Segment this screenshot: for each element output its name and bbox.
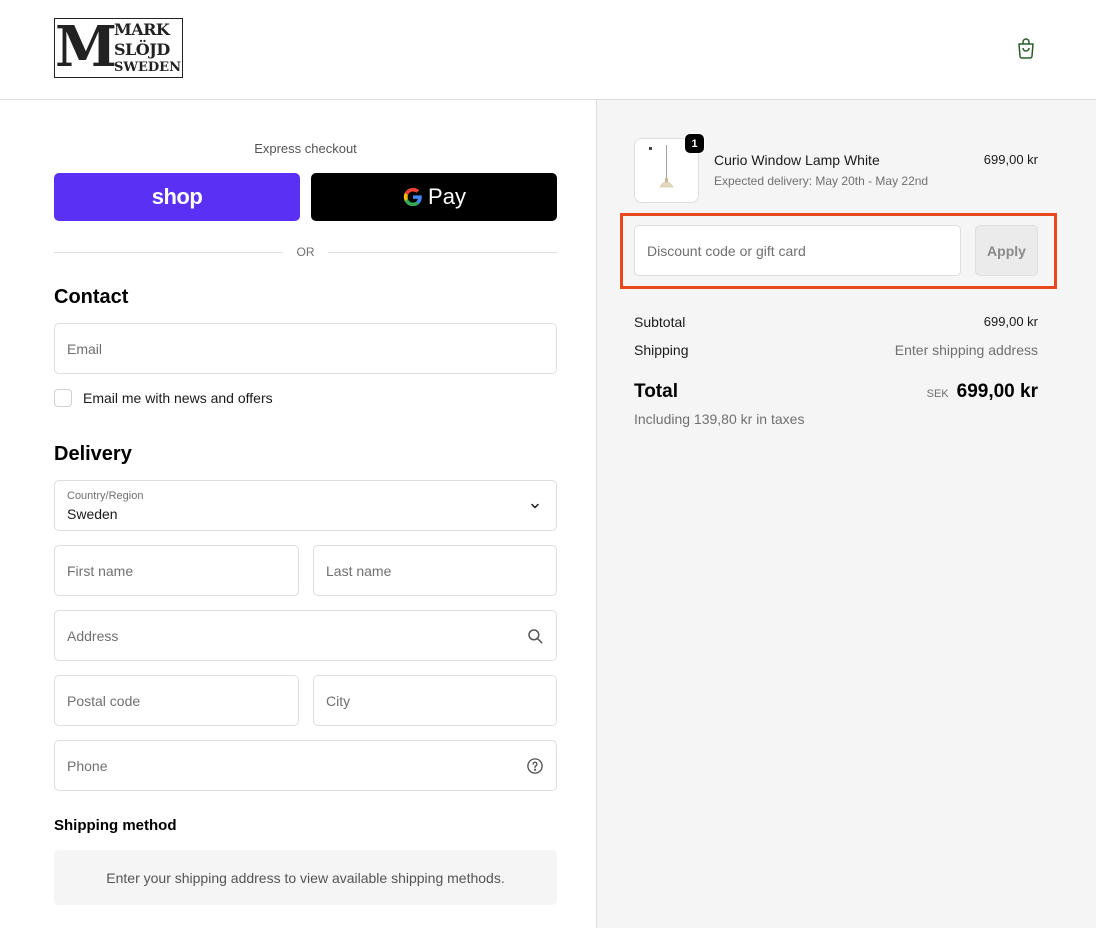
postal-code-field-wrapper	[54, 675, 299, 726]
address-input[interactable]	[55, 611, 556, 660]
delivery-title: Delivery	[54, 443, 132, 465]
logo-line-1: MARK	[114, 20, 170, 39]
contact-title: Contact	[54, 286, 129, 308]
subtotal-label: Subtotal	[634, 314, 686, 330]
logo-words: MARK SLÖJD SWEDEN	[114, 19, 183, 77]
help-circle-icon[interactable]	[526, 757, 544, 775]
logo-line-3: SWEDEN	[114, 60, 181, 75]
subtotal-value: 699,00 kr	[983, 314, 1038, 329]
address-field-wrapper	[54, 610, 557, 661]
last-name-field-wrapper	[313, 545, 557, 596]
logo-line-2: SLÖJD	[114, 40, 170, 59]
city-field-wrapper	[313, 675, 557, 726]
newsletter-label: Email me with news and offers	[83, 390, 273, 406]
email-input[interactable]	[55, 324, 556, 373]
google-pay-label: Pay	[428, 184, 466, 209]
discount-field-wrapper	[634, 225, 961, 276]
apply-discount-button[interactable]: Apply	[975, 225, 1038, 276]
express-checkout-label: Express checkout	[254, 141, 357, 156]
shopping-bag-icon[interactable]	[1014, 36, 1038, 60]
first-name-field-wrapper	[54, 545, 299, 596]
country-select[interactable]: Country/Region Sweden	[54, 480, 557, 531]
last-name-input[interactable]	[314, 546, 556, 595]
total-amount: 699,00 kr	[956, 381, 1038, 402]
google-pay-button[interactable]: Pay	[311, 173, 557, 221]
logo-letter: M	[55, 14, 117, 80]
shop-pay-label: shop	[151, 184, 203, 209]
header: M MARK SLÖJD SWEDEN	[0, 0, 1096, 100]
google-g-icon	[403, 187, 422, 207]
taxes-note: Including 139,80 kr in taxes	[634, 411, 805, 427]
product-delivery-estimate: Expected delivery: May 20th - May 22nd	[714, 174, 929, 188]
product-price: 699,00 kr	[983, 152, 1038, 167]
shipping-method-title: Shipping method	[54, 817, 177, 834]
postal-code-input[interactable]	[55, 676, 298, 725]
shop-pay-button[interactable]: shop	[54, 173, 300, 221]
newsletter-checkbox[interactable]	[54, 389, 72, 407]
total-label: Total	[634, 381, 678, 402]
total-value-group: SEK 699,00 kr	[927, 381, 1038, 403]
first-name-input[interactable]	[55, 546, 298, 595]
phone-field-wrapper	[54, 740, 557, 791]
newsletter-row: Email me with news and offers	[54, 389, 273, 407]
country-value: Sweden	[67, 506, 118, 522]
or-text: OR	[296, 245, 315, 259]
product-name: Curio Window Lamp White	[714, 152, 880, 168]
discount-code-input[interactable]	[635, 226, 960, 275]
country-label: Country/Region	[67, 490, 144, 502]
city-input[interactable]	[314, 676, 556, 725]
quantity-badge: 1	[684, 133, 705, 154]
or-divider: OR	[54, 244, 557, 260]
total-currency: SEK	[926, 388, 949, 400]
shipping-value: Enter shipping address	[894, 342, 1038, 358]
shipping-label: Shipping	[634, 342, 689, 358]
email-field-wrapper	[54, 323, 557, 374]
store-logo[interactable]: M MARK SLÖJD SWEDEN	[54, 18, 183, 78]
phone-input[interactable]	[55, 741, 556, 790]
search-icon	[528, 629, 543, 644]
shipping-method-message: Enter your shipping address to view avai…	[54, 850, 557, 905]
chevron-down-icon	[531, 503, 539, 509]
